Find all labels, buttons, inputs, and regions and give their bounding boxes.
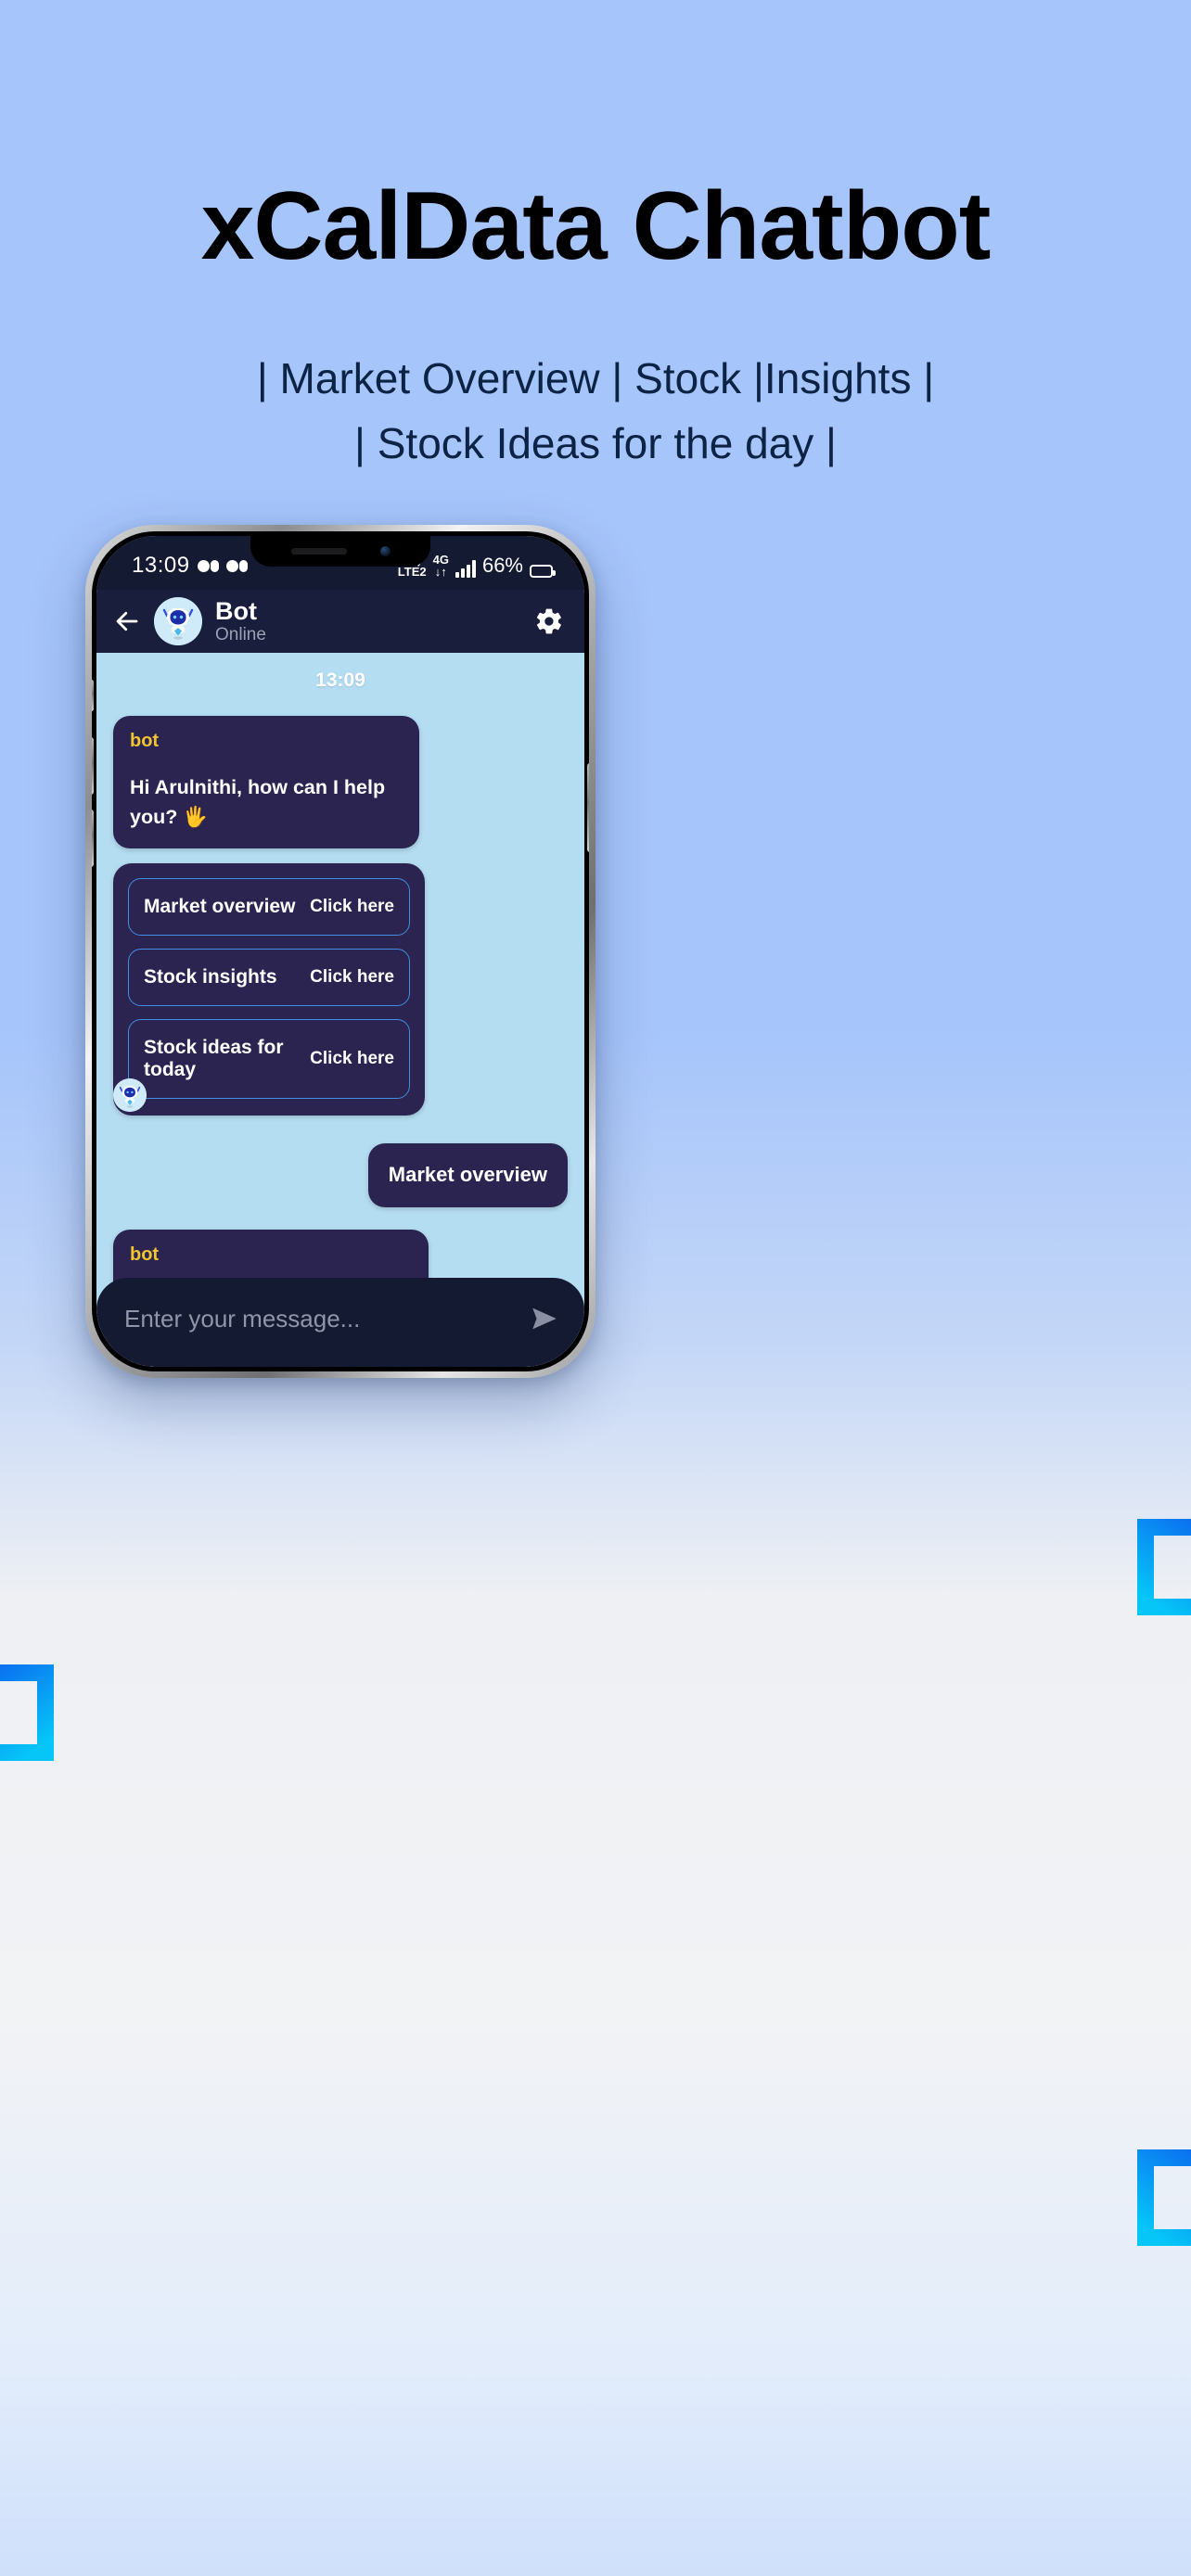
message-input-bar[interactable]: Enter your message... (96, 1278, 584, 1367)
chat-title: Bot (215, 597, 257, 626)
option-stock-ideas-today[interactable]: Stock ideas for today Click here (128, 1019, 410, 1100)
signal-bars-icon (455, 560, 476, 578)
phone-screen: 13:09 /o)) LTE2 4G ↓↑ 66% (96, 536, 584, 1367)
status-bar-left: 13:09 (132, 553, 248, 579)
decor-bracket-right-1 (1135, 1519, 1191, 1620)
bracket-shape-icon (0, 1664, 54, 1761)
phone-power-button[interactable] (587, 763, 589, 852)
subtitle-line-2: | Stock Ideas for the day | (354, 418, 837, 467)
back-arrow-icon[interactable] (113, 607, 141, 635)
bot-avatar (154, 597, 202, 645)
page-title: xCalData Chatbot (200, 172, 992, 280)
bubble-sender-label: bot (130, 1243, 160, 1265)
chat-header: Bot Online (96, 590, 584, 653)
message-input-placeholder[interactable]: Enter your message... (124, 1305, 516, 1333)
earpiece-speaker (290, 547, 347, 555)
chat-bubble-bot: bot Hi Arulnithi, how can I help you? 🖐️ (113, 716, 419, 849)
option-label: Market overview (144, 896, 296, 918)
phone-bezel: 13:09 /o)) LTE2 4G ↓↑ 66% (92, 531, 589, 1371)
chat-bubble-user: Market overview (367, 1143, 568, 1207)
front-camera-icon (379, 545, 391, 556)
decor-bracket-left-1 (0, 1664, 56, 1766)
phone-notch (250, 536, 430, 567)
message-row-bot-greeting: bot Hi Arulnithi, how can I help you? 🖐️ (113, 716, 568, 849)
option-market-overview[interactable]: Market overview Click here (128, 878, 410, 937)
bubble-sender-label: bot (130, 731, 160, 751)
message-row-user: Market overview (113, 1143, 568, 1207)
chat-bubble-options: Market overview Click here Stock insight… (113, 863, 425, 1116)
option-action-link[interactable]: Click here (310, 1049, 394, 1069)
battery-percent-label: 66% (481, 554, 523, 577)
chat-status-label: Online (215, 624, 266, 644)
bot-avatar-icon (154, 597, 202, 645)
option-stock-insights[interactable]: Stock insights Click here (128, 949, 410, 1007)
carrier-label: LTE2 (397, 565, 427, 579)
phone-volume-down-button[interactable] (92, 810, 94, 867)
status-time: 13:09 (132, 553, 190, 578)
option-action-link[interactable]: Click here (310, 897, 394, 917)
subtitle-line-1: | Market Overview | Stock |Insights | (256, 354, 935, 402)
chat-message-list[interactable]: 13:09 bot Hi Arulnithi, how can I help y… (96, 653, 584, 1367)
gear-icon[interactable] (534, 606, 564, 636)
page-subtitle: | Market Overview | Stock |Insights | | … (0, 347, 1191, 477)
option-label: Stock ideas for today (144, 1037, 284, 1081)
bubble-message-text: Market overview (388, 1163, 547, 1187)
phone-mockup: 13:09 /o)) LTE2 4G ↓↑ 66% (85, 525, 596, 1378)
bot-avatar-icon (113, 1078, 147, 1113)
status-notification-dot-1 (197, 559, 219, 572)
chat-timestamp: 13:09 (315, 670, 365, 691)
network-type-icon: 4G ↓↑ (433, 554, 449, 578)
bubble-message-text: Hi Arulnithi, how can I help you? 🖐️ (130, 776, 386, 829)
battery-icon (530, 565, 556, 578)
option-action-link[interactable]: Click here (310, 967, 394, 988)
bot-avatar-inline (113, 1078, 147, 1113)
status-notification-dot-2 (225, 559, 248, 572)
data-transfer-arrows-icon: ↓↑ (434, 565, 447, 579)
option-label: Stock insights (144, 966, 277, 988)
phone-mute-switch[interactable] (92, 680, 94, 711)
bracket-shape-icon (1137, 2149, 1191, 2246)
send-icon[interactable] (529, 1303, 560, 1334)
chat-header-text: Bot Online (215, 598, 521, 644)
decor-bracket-right-2 (1135, 2149, 1191, 2251)
phone-volume-up-button[interactable] (92, 737, 94, 795)
bracket-shape-icon (1137, 1519, 1191, 1615)
